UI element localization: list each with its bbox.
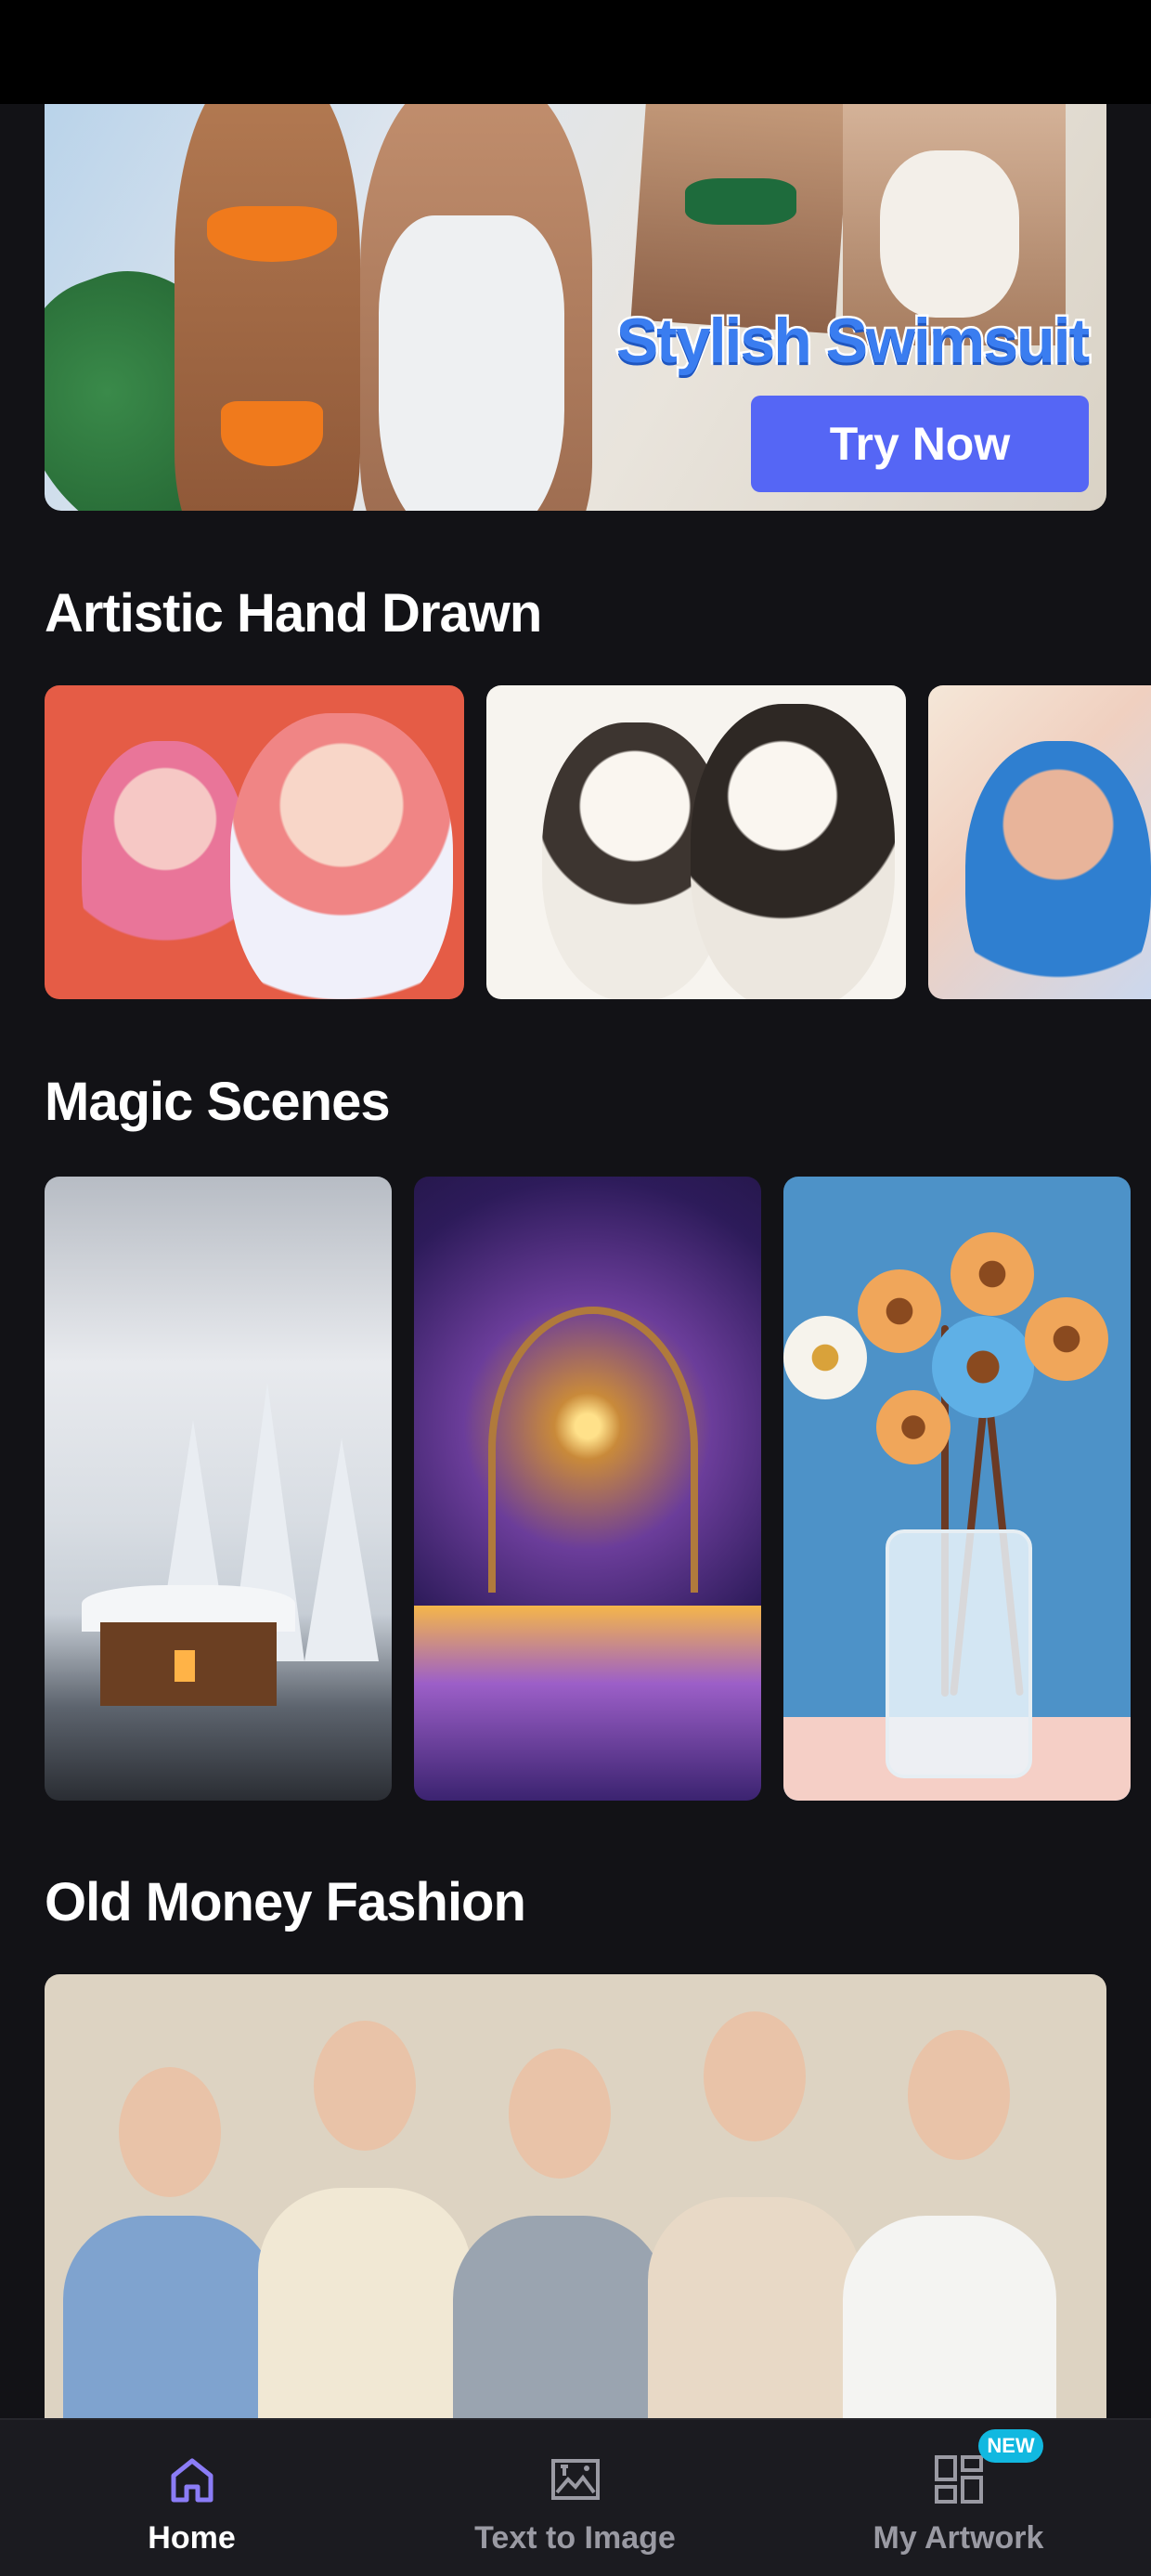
banner-title: Stylish Swimsuit: [614, 304, 1092, 379]
model-figure: [258, 2188, 472, 2418]
image-icon: [550, 2459, 600, 2500]
model-head: [509, 2049, 611, 2179]
artistic-card[interactable]: [486, 685, 906, 999]
orange-bikini-top: [207, 206, 337, 262]
illustration-figure: [965, 741, 1151, 999]
flower: [932, 1316, 1034, 1418]
artistic-card[interactable]: [45, 685, 464, 999]
home-feed[interactable]: Stylish Swimsuit Try Now Artistic Hand D…: [0, 104, 1151, 2418]
cabin-window: [175, 1650, 195, 1682]
new-badge: NEW: [978, 2429, 1043, 2463]
scene-card-flower-vase[interactable]: [783, 1177, 1131, 1801]
white-swimsuit: [379, 215, 564, 511]
nav-my-artwork[interactable]: My Artwork: [767, 2420, 1150, 2576]
nav-text-to-image-label: Text to Image: [474, 2520, 676, 2556]
model-head: [704, 2011, 806, 2141]
flower: [783, 1316, 867, 1399]
try-now-button[interactable]: Try Now: [751, 396, 1089, 492]
section-title-artistic: Artistic Hand Drawn: [45, 583, 542, 644]
forest-arch: [488, 1307, 698, 1593]
green-bikini: [685, 178, 796, 225]
flower: [858, 1269, 941, 1353]
white-bikini: [880, 150, 1019, 318]
nav-home-label: Home: [148, 2520, 236, 2556]
flower: [876, 1390, 951, 1464]
section-title-old-money: Old Money Fashion: [45, 1872, 526, 1932]
home-icon: [171, 2458, 213, 2503]
model-figure: [63, 2216, 277, 2418]
snowy-tree: [304, 1438, 379, 1661]
glass-vase: [886, 1529, 1032, 1778]
swimsuit-banner[interactable]: Stylish Swimsuit Try Now: [45, 104, 1106, 511]
scene-card-enchanted-forest[interactable]: [414, 1177, 761, 1801]
nav-text-to-image[interactable]: Text to Image: [383, 2420, 767, 2576]
nav-home[interactable]: Home: [0, 2420, 383, 2576]
nav-my-artwork-label: My Artwork: [873, 2520, 1044, 2556]
model-figure: [453, 2216, 666, 2418]
glowing-lake: [414, 1606, 761, 1801]
flower: [1025, 1297, 1108, 1381]
model-head: [314, 2021, 416, 2151]
scene-card-winter-cabin[interactable]: [45, 1177, 392, 1801]
model-head: [908, 2030, 1010, 2160]
section-title-magic: Magic Scenes: [45, 1072, 391, 1132]
model-figure: [843, 2216, 1056, 2418]
model-figure: [648, 2197, 861, 2418]
artistic-card[interactable]: [928, 685, 1151, 999]
illustration-figure: [82, 741, 249, 999]
flower: [951, 1232, 1034, 1316]
status-bar: [0, 0, 1151, 104]
old-money-banner[interactable]: [45, 1974, 1106, 2418]
grid-icon: [934, 2455, 983, 2504]
sketch-figure: [691, 704, 895, 999]
model-head: [119, 2067, 221, 2197]
illustration-figure: [230, 713, 453, 999]
orange-bikini-bottom: [221, 401, 323, 466]
